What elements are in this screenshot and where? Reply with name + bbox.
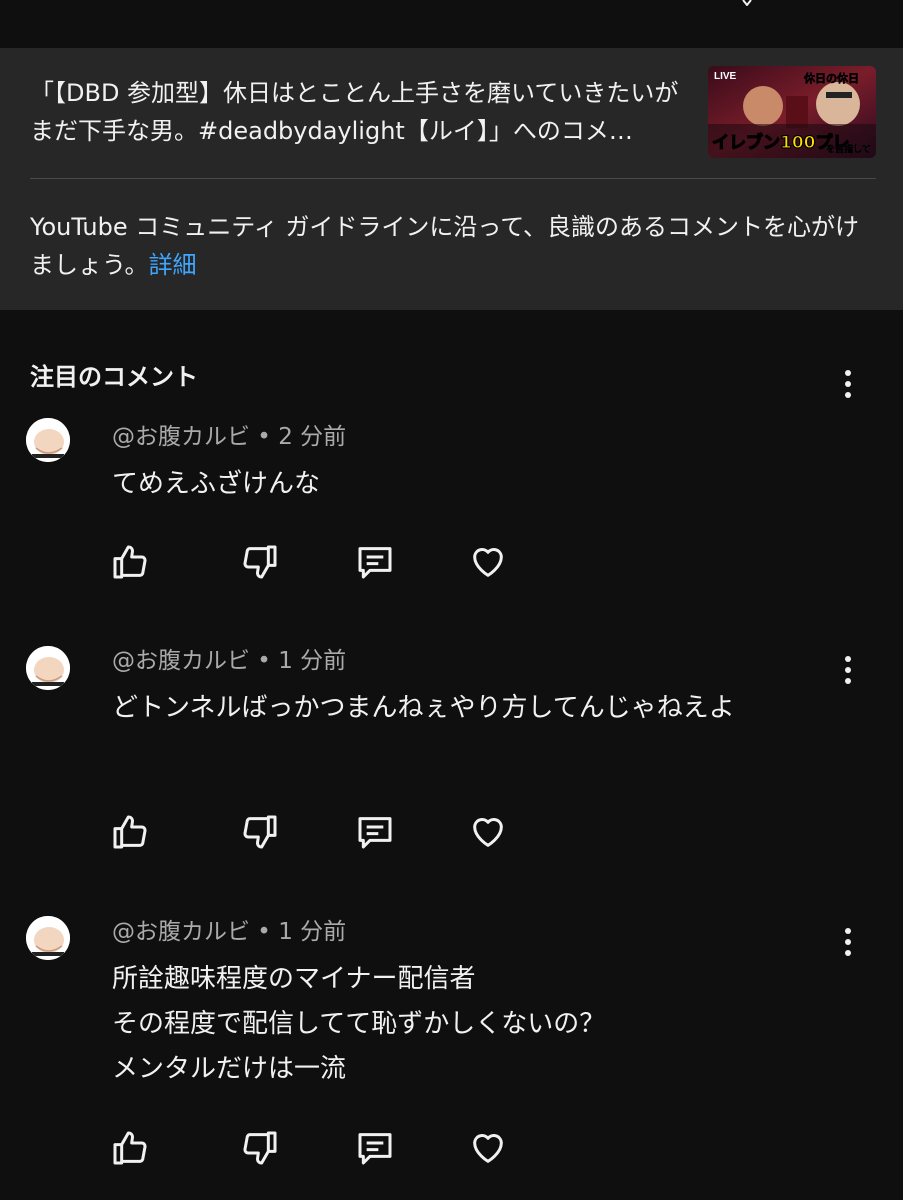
comment-text: どトンネルばっかつまんねぇやり方してんじゃねえよ: [112, 686, 832, 731]
thumbnail-side-text: を目指して: [826, 143, 871, 155]
comment-line: その程度で配信してて恥ずかしくないの？: [112, 1009, 606, 1039]
comment-meta: @お腹カルビ • 1 分前: [112, 919, 347, 945]
thumbs-up-icon: [113, 545, 147, 579]
reply-icon: [358, 547, 392, 579]
chevron-down-icon: [742, 0, 752, 6]
reply-button[interactable]: [355, 1128, 395, 1168]
like-button[interactable]: [110, 1128, 150, 1168]
dislike-button[interactable]: [240, 542, 280, 582]
comment-line: てめえふざけんな: [112, 469, 321, 499]
reply-icon: [358, 1133, 392, 1165]
avatar-image: [26, 916, 70, 960]
dislike-button[interactable]: [240, 1128, 280, 1168]
more-vertical-icon[interactable]: [833, 650, 863, 690]
reply-button[interactable]: [355, 542, 395, 582]
thumbnail-image: LIVE 休日の休日 イレブン100プレ を目指して: [708, 66, 876, 158]
avatar-image: [26, 418, 70, 462]
heart-icon: [473, 548, 503, 577]
avatar[interactable]: [26, 646, 70, 690]
reply-button[interactable]: [355, 812, 395, 852]
thumbs-up-icon: [113, 1131, 147, 1165]
like-button[interactable]: [110, 812, 150, 852]
heart-icon: [473, 818, 503, 847]
comment-text: てめえふざけんな: [112, 462, 832, 507]
heart-button[interactable]: [468, 812, 508, 852]
comment-line: 所詮趣味程度のマイナー配信者: [112, 964, 476, 994]
avatar[interactable]: [26, 418, 70, 462]
thumbs-down-icon: [243, 815, 277, 849]
avatar-image: [26, 646, 70, 690]
video-thumbnail[interactable]: LIVE 休日の休日 イレブン100プレ を目指して: [708, 66, 876, 158]
more-vertical-icon[interactable]: [833, 922, 863, 962]
video-title[interactable]: 「【DBD 参加型】休日はとことん上手さを磨いていきたいがまだ下手な男。#dea…: [30, 74, 690, 150]
like-button[interactable]: [110, 542, 150, 582]
heart-button[interactable]: [468, 1128, 508, 1168]
section-title: 注目のコメント: [30, 363, 198, 391]
comment-line: どトンネルばっかつまんねぇやり方してんじゃねえよ: [112, 693, 735, 723]
comment-meta: @お腹カルビ • 2 分前: [112, 424, 347, 450]
heart-button[interactable]: [468, 542, 508, 582]
thumbs-down-icon: [243, 545, 277, 579]
comment-line: メンタルだけは一流: [112, 1054, 347, 1084]
dislike-button[interactable]: [240, 812, 280, 852]
comment-meta: @お腹カルビ • 1 分前: [112, 648, 347, 674]
heart-icon: [473, 1134, 503, 1163]
community-guideline-notice: YouTube コミュニティ ガイドラインに沿って、良識のあるコメントを心がけま…: [30, 208, 876, 284]
avatar[interactable]: [26, 916, 70, 960]
guideline-details-link[interactable]: 詳細: [149, 251, 197, 279]
reply-icon: [358, 817, 392, 849]
thumbs-down-icon: [243, 1131, 277, 1165]
thumbnail-live-label: LIVE: [714, 71, 737, 82]
top-strip: [0, 0, 903, 48]
thumbs-up-icon: [113, 815, 147, 849]
thumbnail-top-text: 休日の休日: [803, 71, 859, 85]
comment-text: 所詮趣味程度のマイナー配信者 その程度で配信してて恥ずかしくないの？ メンタルだ…: [112, 957, 832, 1092]
card-divider: [30, 178, 876, 179]
more-vertical-icon[interactable]: [833, 364, 863, 404]
